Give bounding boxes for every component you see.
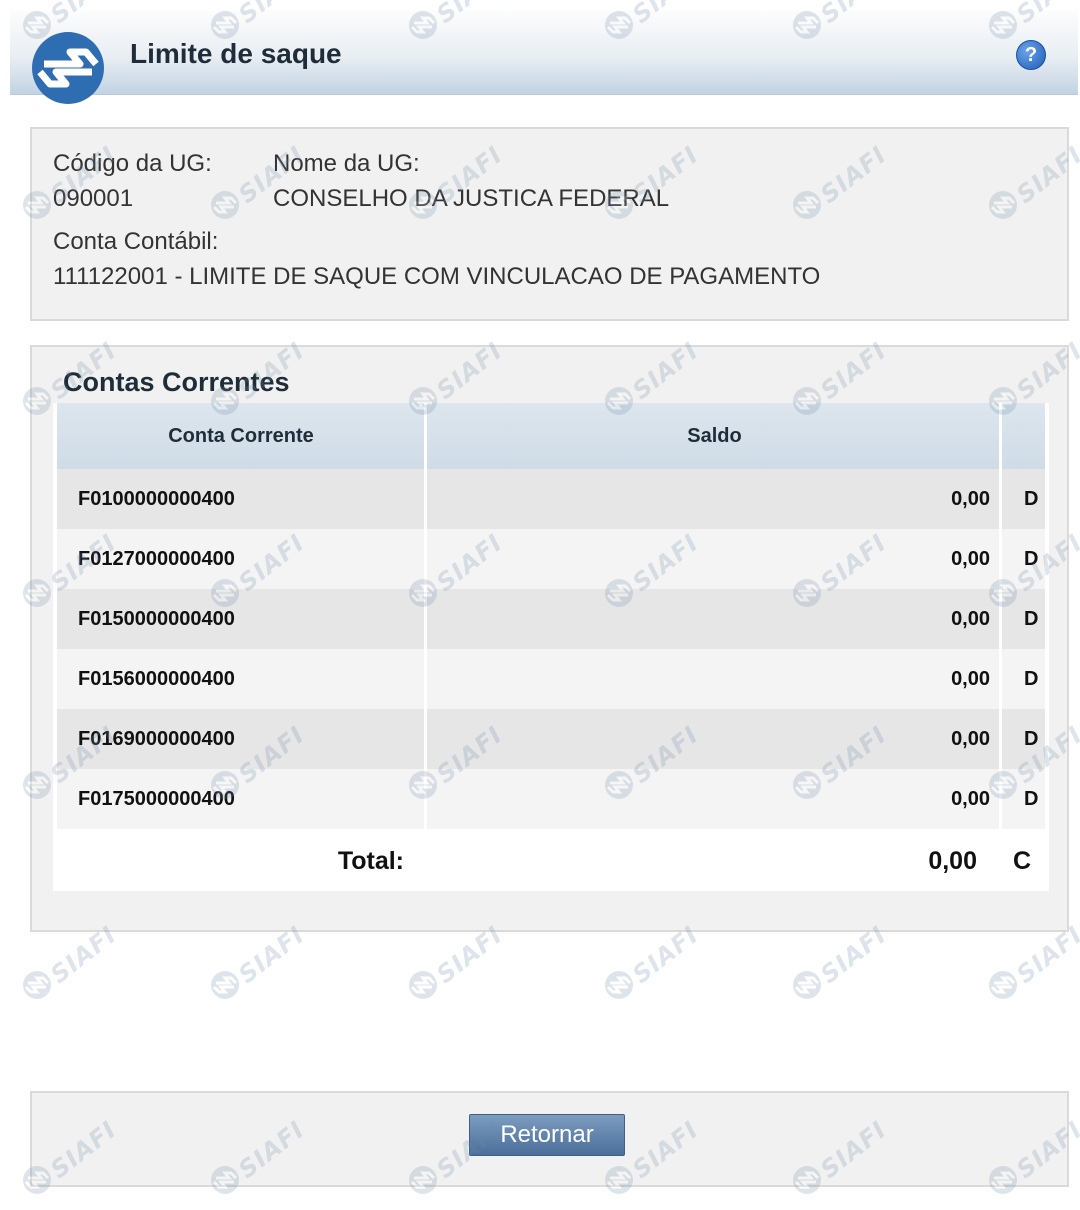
header-conta-corrente[interactable]: Conta Corrente — [57, 403, 425, 469]
saldo-cell: 0,00 — [951, 668, 990, 690]
total-value: 0,00 — [928, 847, 977, 875]
siafi-watermark-icon — [23, 971, 51, 999]
conta-contabil-label: Conta Contábil: — [53, 228, 219, 255]
watermark-tile: SIAFI — [792, 921, 899, 1000]
saldo-cell: 0,00 — [951, 548, 990, 570]
codigo-ug-value: 090001 — [53, 185, 134, 212]
conta-corrente-cell: F0150000000400 — [78, 608, 235, 630]
watermark-tile: SIAFI — [988, 921, 1080, 1000]
table-header: Conta Corrente Saldo — [57, 403, 1045, 471]
codigo-ug-label: Código da UG: — [53, 150, 212, 177]
conta-contabil-value: 111122001 - LIMITE DE SAQUE COM VINCULAC… — [53, 263, 821, 290]
page-title: Limite de saque — [130, 38, 342, 69]
retornar-button[interactable]: Retornar — [469, 1114, 625, 1156]
column-separator — [999, 403, 1002, 831]
table-row[interactable]: F0156000000400 0,00 D — [57, 649, 1045, 709]
debito-credito-cell: D — [1024, 608, 1039, 630]
contas-table: Conta Corrente Saldo F0100000000400 0,00 D… — [53, 403, 1049, 891]
table-row[interactable]: F0150000000400 0,00 D — [57, 589, 1045, 649]
total-dc: C — [1013, 847, 1032, 875]
table-row[interactable]: F0175000000400 0,00 D — [57, 769, 1045, 829]
saldo-cell: 0,00 — [951, 788, 990, 810]
table-row[interactable]: F0127000000400 0,00 D — [57, 529, 1045, 589]
saldo-cell: 0,00 — [951, 728, 990, 750]
siafi-watermark-icon — [211, 971, 239, 999]
siafi-watermark-icon — [409, 971, 437, 999]
watermark-tile: SIAFI — [408, 921, 515, 1000]
footer-panel: Retornar — [30, 1091, 1069, 1187]
conta-corrente-cell: F0169000000400 — [78, 728, 235, 750]
debito-credito-cell: D — [1024, 788, 1039, 810]
debito-credito-cell: D — [1024, 488, 1039, 510]
siafi-watermark-icon — [989, 971, 1017, 999]
total-label: Total: — [337, 847, 404, 875]
nome-ug-label: Nome da UG: — [273, 150, 420, 177]
table-row[interactable]: F0100000000400 0,00 D — [57, 469, 1045, 529]
help-icon[interactable]: ? — [1016, 40, 1046, 70]
table-row[interactable]: F0169000000400 0,00 D — [57, 709, 1045, 769]
debito-credito-cell: D — [1024, 668, 1039, 690]
siafi-watermark-icon — [793, 971, 821, 999]
contas-correntes-panel: Contas Correntes Conta Corrente Saldo F0… — [30, 345, 1069, 932]
conta-corrente-cell: F0156000000400 — [78, 668, 235, 690]
header-saldo[interactable]: Saldo — [428, 403, 1001, 469]
watermark-tile: SIAFI — [22, 921, 129, 1000]
saldo-cell: 0,00 — [951, 488, 990, 510]
siafi-logo-icon — [32, 32, 104, 104]
watermark-tile: SIAFI — [210, 921, 317, 1000]
ug-info-panel: Código da UG: 090001 Nome da UG: CONSELH… — [30, 127, 1069, 321]
conta-corrente-cell: F0100000000400 — [78, 488, 235, 510]
nome-ug-value: CONSELHO DA JUSTICA FEDERAL — [273, 185, 670, 212]
section-title: Contas Correntes — [63, 367, 290, 397]
siafi-watermark-icon — [605, 971, 633, 999]
saldo-cell: 0,00 — [951, 608, 990, 630]
conta-corrente-cell: F0127000000400 — [78, 548, 235, 570]
debito-credito-cell: D — [1024, 548, 1039, 570]
debito-credito-cell: D — [1024, 728, 1039, 750]
conta-corrente-cell: F0175000000400 — [78, 788, 235, 810]
page-header: Limite de saque ? — [10, 10, 1078, 104]
watermark-tile: SIAFI — [604, 921, 711, 1000]
total-row: Total: 0,00 C — [57, 831, 1045, 891]
column-separator — [424, 403, 427, 831]
